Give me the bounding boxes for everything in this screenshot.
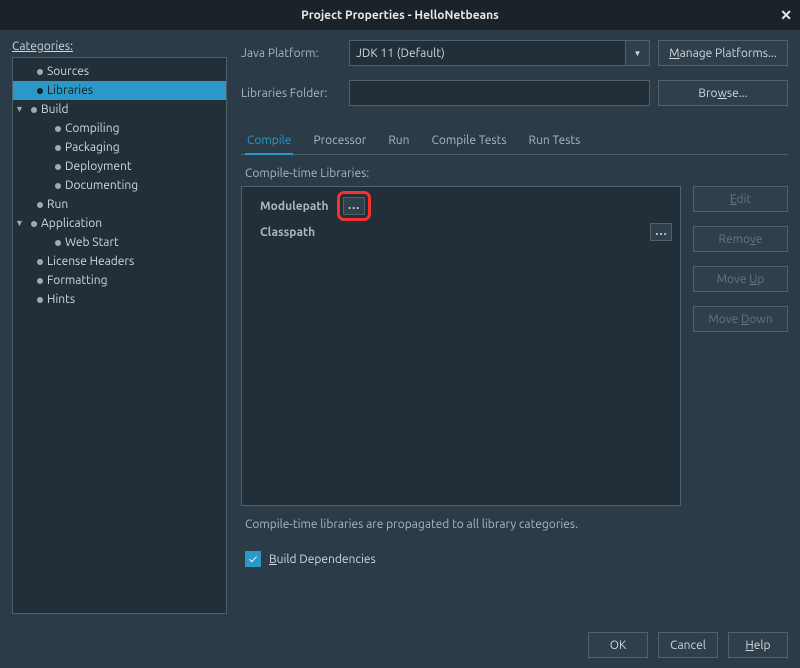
compile-libs-label: Compile-time Libraries: [245, 167, 788, 180]
classpath-row[interactable]: Classpath … [242, 219, 680, 245]
modulepath-add-button[interactable]: … [343, 197, 365, 215]
edit-button[interactable]: Edit [693, 186, 788, 212]
move-down-button[interactable]: Move Down [693, 306, 788, 332]
tab-compile-tests[interactable]: Compile Tests [430, 130, 509, 154]
tree-deployment[interactable]: Deployment [13, 157, 226, 176]
libraries-folder-label: Libraries Folder: [241, 87, 341, 100]
tree-license[interactable]: License Headers [13, 252, 226, 271]
move-up-button[interactable]: Move Up [693, 266, 788, 292]
remove-button[interactable]: Remove [693, 226, 788, 252]
manage-platforms-button[interactable]: Manage Platforms... [658, 40, 788, 66]
cancel-button[interactable]: Cancel [658, 632, 718, 658]
tree-compiling[interactable]: Compiling [13, 119, 226, 138]
ok-button[interactable]: OK [588, 632, 648, 658]
libraries-list[interactable]: Modulepath … Classpath … [241, 186, 681, 506]
libraries-folder-input[interactable] [349, 80, 650, 106]
tree-run[interactable]: Run [13, 195, 226, 214]
tree-sources[interactable]: Sources [13, 62, 226, 81]
tab-run-tests[interactable]: Run Tests [527, 130, 583, 154]
tree-build[interactable]: ▼Build [13, 100, 226, 119]
propagate-hint: Compile-time libraries are propagated to… [245, 518, 788, 531]
tree-hints[interactable]: Hints [13, 290, 226, 309]
tab-compile[interactable]: Compile [245, 130, 293, 155]
classpath-add-button[interactable]: … [650, 223, 672, 241]
browse-button[interactable]: Browse... [658, 80, 788, 106]
chevron-down-icon[interactable]: ▼ [15, 218, 27, 228]
tree-libraries[interactable]: Libraries [13, 81, 226, 100]
java-platform-combo[interactable]: JDK 11 (Default) [349, 40, 626, 66]
checkbox-icon[interactable]: ✓ [245, 551, 261, 567]
build-deps-row[interactable]: ✓ Build Dependencies [245, 551, 788, 567]
tree-packaging[interactable]: Packaging [13, 138, 226, 157]
tree-documenting[interactable]: Documenting [13, 176, 226, 195]
tree-formatting[interactable]: Formatting [13, 271, 226, 290]
tab-processor[interactable]: Processor [311, 130, 368, 154]
build-deps-label: Build Dependencies [269, 553, 376, 566]
titlebar: Project Properties - HelloNetbeans ✕ [0, 0, 800, 30]
tabs: Compile Processor Run Compile Tests Run … [241, 130, 788, 155]
dialog-content: Categories: Sources Libraries ▼Build Com… [0, 30, 800, 668]
close-icon[interactable]: ✕ [780, 7, 792, 24]
dialog-buttons: OK Cancel Help [12, 632, 788, 658]
help-button[interactable]: Help [728, 632, 788, 658]
tree-webstart[interactable]: Web Start [13, 233, 226, 252]
categories-panel: Categories: Sources Libraries ▼Build Com… [12, 40, 227, 614]
tab-run[interactable]: Run [386, 130, 411, 154]
categories-label: Categories: [12, 40, 227, 53]
modulepath-add-highlight: … [337, 191, 371, 221]
modulepath-row[interactable]: Modulepath … [242, 193, 680, 219]
java-platform-label: Java Platform: [241, 47, 341, 60]
window-title: Project Properties - HelloNetbeans [301, 9, 499, 22]
categories-tree[interactable]: Sources Libraries ▼Build Compiling Packa… [12, 57, 227, 614]
chevron-down-icon[interactable]: ▼ [15, 104, 27, 114]
right-panel: Java Platform: JDK 11 (Default) ▼ Manage… [241, 40, 788, 614]
tree-application[interactable]: ▼Application [13, 214, 226, 233]
combo-dropdown-icon[interactable]: ▼ [626, 40, 650, 66]
